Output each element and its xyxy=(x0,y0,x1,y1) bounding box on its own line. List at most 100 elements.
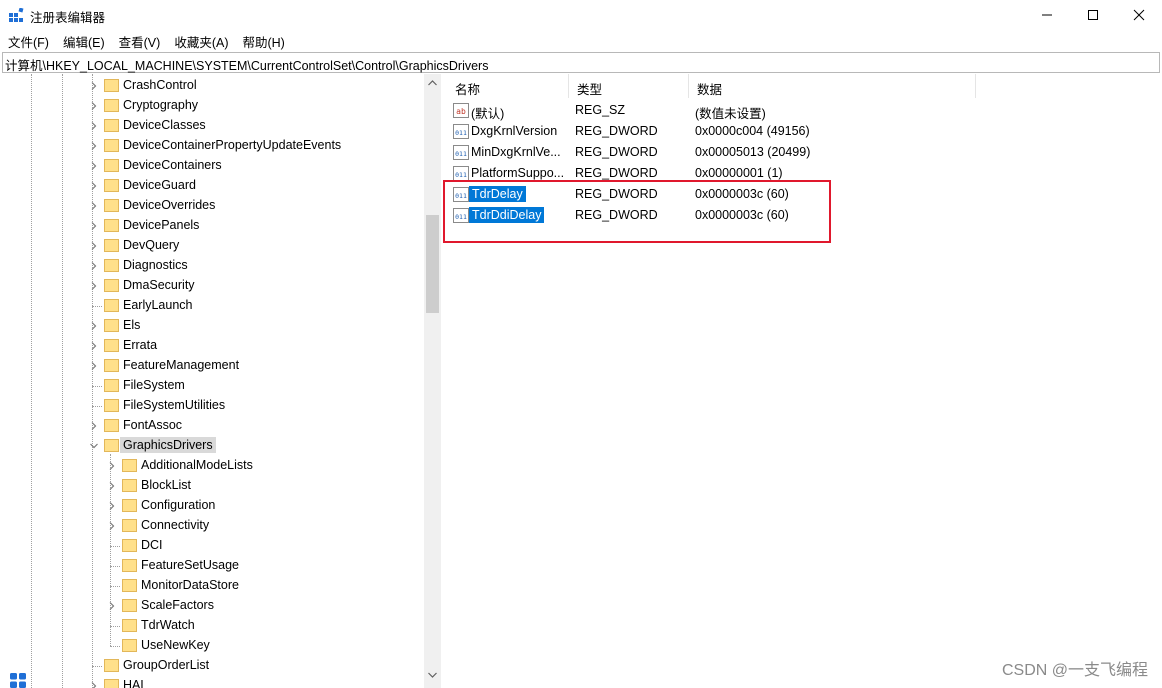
menu-view[interactable]: 查看(V) xyxy=(119,32,161,51)
column-header-name[interactable]: 名称 xyxy=(447,74,569,98)
chevron-right-icon[interactable] xyxy=(89,341,99,351)
chevron-right-icon[interactable] xyxy=(89,141,99,151)
tree-item[interactable]: FeatureManagement xyxy=(0,356,424,376)
tree-item-label[interactable]: Diagnostics xyxy=(120,257,191,273)
start-menu-icon[interactable] xyxy=(10,673,26,688)
tree-item-label[interactable]: EarlyLaunch xyxy=(120,297,196,313)
tree-item[interactable]: EarlyLaunch xyxy=(0,296,424,316)
tree-item-label[interactable]: ScaleFactors xyxy=(138,597,217,613)
tree-item-label[interactable]: CrashControl xyxy=(120,77,200,93)
menu-edit[interactable]: 编辑(E) xyxy=(63,32,105,51)
value-row[interactable]: 011 MinDxgKrnlVe... REG_DWORD 0x00005013 (2… xyxy=(447,142,1162,163)
chevron-right-icon[interactable] xyxy=(89,261,99,271)
tree-item[interactable]: FeatureSetUsage xyxy=(0,556,424,576)
tree-item-label[interactable]: DmaSecurity xyxy=(120,277,198,293)
value-name[interactable]: MinDxgKrnlVe... xyxy=(471,145,561,159)
minimize-button[interactable] xyxy=(1024,0,1070,30)
tree-item-label[interactable]: Configuration xyxy=(138,497,218,513)
tree-item-label[interactable]: AdditionalModeLists xyxy=(138,457,256,473)
tree-item-label[interactable]: TdrWatch xyxy=(138,617,198,633)
tree-item[interactable]: Diagnostics xyxy=(0,256,424,276)
tree-item-label[interactable]: DeviceOverrides xyxy=(120,197,218,213)
chevron-down-icon[interactable] xyxy=(89,441,99,451)
tree-item-label[interactable]: DeviceGuard xyxy=(120,177,199,193)
tree-item-label[interactable]: GraphicsDrivers xyxy=(120,437,216,453)
tree-item-label[interactable]: Connectivity xyxy=(138,517,212,533)
value-row[interactable]: ab (默认) REG_SZ (数值未设置) xyxy=(447,100,1162,121)
value-name[interactable]: (默认) xyxy=(471,103,504,122)
tree-item[interactable]: AdditionalModeLists xyxy=(0,456,424,476)
column-header-type[interactable]: 类型 xyxy=(569,74,689,98)
chevron-right-icon[interactable] xyxy=(89,121,99,131)
tree-item-label[interactable]: MonitorDataStore xyxy=(138,577,242,593)
chevron-right-icon[interactable] xyxy=(89,421,99,431)
tree-item[interactable]: DeviceGuard xyxy=(0,176,424,196)
tree-item-label[interactable]: DevicePanels xyxy=(120,217,202,233)
tree-item[interactable]: Connectivity xyxy=(0,516,424,536)
chevron-right-icon[interactable] xyxy=(89,321,99,331)
tree-item[interactable]: DeviceOverrides xyxy=(0,196,424,216)
tree-item[interactable]: MonitorDataStore xyxy=(0,576,424,596)
tree-item[interactable]: TdrWatch xyxy=(0,616,424,636)
menu-favorites[interactable]: 收藏夹(A) xyxy=(174,32,228,51)
chevron-right-icon[interactable] xyxy=(107,461,117,471)
tree-item-label[interactable]: DeviceContainerPropertyUpdateEvents xyxy=(120,137,344,153)
chevron-right-icon[interactable] xyxy=(107,501,117,511)
tree-item-label[interactable]: Errata xyxy=(120,337,160,353)
value-row[interactable]: 011 DxgKrnlVersion REG_DWORD 0x0000c004 (49… xyxy=(447,121,1162,142)
close-button[interactable] xyxy=(1116,0,1162,30)
tree-item-label[interactable]: FontAssoc xyxy=(120,417,185,433)
chevron-right-icon[interactable] xyxy=(89,181,99,191)
chevron-right-icon[interactable] xyxy=(89,221,99,231)
tree-item-label[interactable]: HAL xyxy=(120,677,150,688)
key-tree-pane[interactable]: CrashControl Cryptography DeviceClasses Dev… xyxy=(0,74,441,688)
tree-item[interactable]: UseNewKey xyxy=(0,636,424,656)
tree-item[interactable]: GroupOrderList xyxy=(0,656,424,676)
column-header-data[interactable]: 数据 xyxy=(689,74,976,98)
tree-item[interactable]: GraphicsDrivers xyxy=(0,436,424,456)
tree-item-label[interactable]: Els xyxy=(120,317,143,333)
tree-item[interactable]: DmaSecurity xyxy=(0,276,424,296)
maximize-button[interactable] xyxy=(1070,0,1116,30)
tree-item[interactable]: ScaleFactors xyxy=(0,596,424,616)
chevron-right-icon[interactable] xyxy=(89,681,99,688)
tree-item[interactable]: DeviceClasses xyxy=(0,116,424,136)
tree-item[interactable]: DeviceContainerPropertyUpdateEvents xyxy=(0,136,424,156)
tree-item[interactable]: Cryptography xyxy=(0,96,424,116)
chevron-right-icon[interactable] xyxy=(89,81,99,91)
chevron-right-icon[interactable] xyxy=(107,481,117,491)
scroll-up-arrow-icon[interactable] xyxy=(428,80,437,86)
chevron-right-icon[interactable] xyxy=(107,521,117,531)
chevron-right-icon[interactable] xyxy=(89,201,99,211)
address-bar[interactable]: 计算机\HKEY_LOCAL_MACHINE\SYSTEM\CurrentCon… xyxy=(2,52,1160,73)
tree-item[interactable]: FileSystemUtilities xyxy=(0,396,424,416)
chevron-right-icon[interactable] xyxy=(89,361,99,371)
tree-item-label[interactable]: DeviceContainers xyxy=(120,157,225,173)
chevron-right-icon[interactable] xyxy=(89,241,99,251)
menu-file[interactable]: 文件(F) xyxy=(8,32,49,51)
tree-item[interactable]: DevQuery xyxy=(0,236,424,256)
tree-item-label[interactable]: FeatureSetUsage xyxy=(138,557,242,573)
chevron-right-icon[interactable] xyxy=(107,601,117,611)
menu-help[interactable]: 帮助(H) xyxy=(242,32,284,51)
tree-item[interactable]: DevicePanels xyxy=(0,216,424,236)
scroll-down-arrow-icon[interactable] xyxy=(428,672,437,678)
tree-item-label[interactable]: BlockList xyxy=(138,477,194,493)
tree-item-label[interactable]: GroupOrderList xyxy=(120,657,212,673)
tree-item-label[interactable]: DeviceClasses xyxy=(120,117,209,133)
tree-item-label[interactable]: Cryptography xyxy=(120,97,201,113)
tree-item-label[interactable]: DevQuery xyxy=(120,237,182,253)
tree-item-label[interactable]: FileSystemUtilities xyxy=(120,397,228,413)
tree-item[interactable]: FontAssoc xyxy=(0,416,424,436)
tree-item[interactable]: FileSystem xyxy=(0,376,424,396)
chevron-right-icon[interactable] xyxy=(89,281,99,291)
tree-item-label[interactable]: FeatureManagement xyxy=(120,357,242,373)
value-name[interactable]: DxgKrnlVersion xyxy=(471,124,557,138)
tree-item[interactable]: DCI xyxy=(0,536,424,556)
chevron-right-icon[interactable] xyxy=(89,101,99,111)
tree-item[interactable]: Configuration xyxy=(0,496,424,516)
tree-vertical-scrollbar[interactable] xyxy=(424,74,441,688)
tree-item[interactable]: BlockList xyxy=(0,476,424,496)
tree-item-label[interactable]: DCI xyxy=(138,537,166,553)
value-name[interactable]: PlatformSuppo... xyxy=(471,166,564,180)
